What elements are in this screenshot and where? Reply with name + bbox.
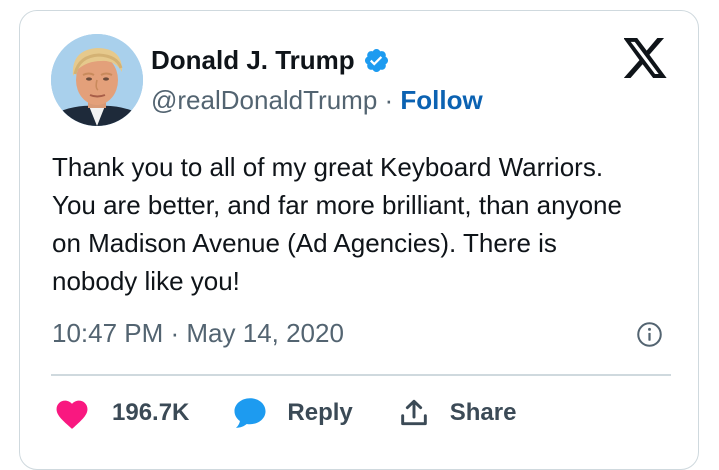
like-count: 196.7K (112, 399, 190, 426)
divider (51, 374, 671, 376)
verified-badge-icon (363, 47, 390, 74)
tweet-text-line: You are better, and far more brilliant, … (52, 190, 622, 220)
author-handle-row: @realDonaldTrump · Follow (151, 84, 483, 116)
tweet-card: Donald J. Trump @realDonaldTrump · Follo… (19, 10, 699, 470)
reply-button[interactable]: Reply (232, 396, 353, 430)
avatar[interactable] (51, 34, 143, 126)
author-display-name[interactable]: Donald J. Trump (151, 44, 355, 76)
action-bar: 196.7K Reply Share (53, 393, 516, 433)
tweet-text-line: on Madison Avenue (Ad Agencies). There i… (52, 228, 557, 258)
tweet-text: Thank you to all of my great Keyboard Wa… (52, 148, 692, 300)
author-display-name-row[interactable]: Donald J. Trump (151, 44, 390, 76)
author-handle[interactable]: @realDonaldTrump (151, 85, 377, 115)
like-button[interactable]: 196.7K (53, 396, 189, 430)
share-button[interactable]: Share (398, 397, 517, 429)
tweet-text-line: nobody like you! (52, 266, 240, 296)
follow-button[interactable]: Follow (400, 85, 482, 115)
reply-label: Reply (287, 399, 353, 426)
avatar-image (51, 34, 143, 126)
x-logo[interactable] (623, 38, 668, 78)
share-label: Share (449, 399, 517, 426)
share-upload-icon (400, 399, 427, 426)
handle-separator: · (384, 85, 401, 115)
tweet-text-line: Thank you to all of my great Keyboard Wa… (52, 152, 604, 182)
info-icon[interactable] (636, 321, 663, 348)
heart-icon (56, 400, 88, 429)
speech-bubble-icon (234, 398, 266, 428)
tweet-timestamp[interactable]: 10:47 PM · May 14, 2020 (52, 317, 344, 349)
